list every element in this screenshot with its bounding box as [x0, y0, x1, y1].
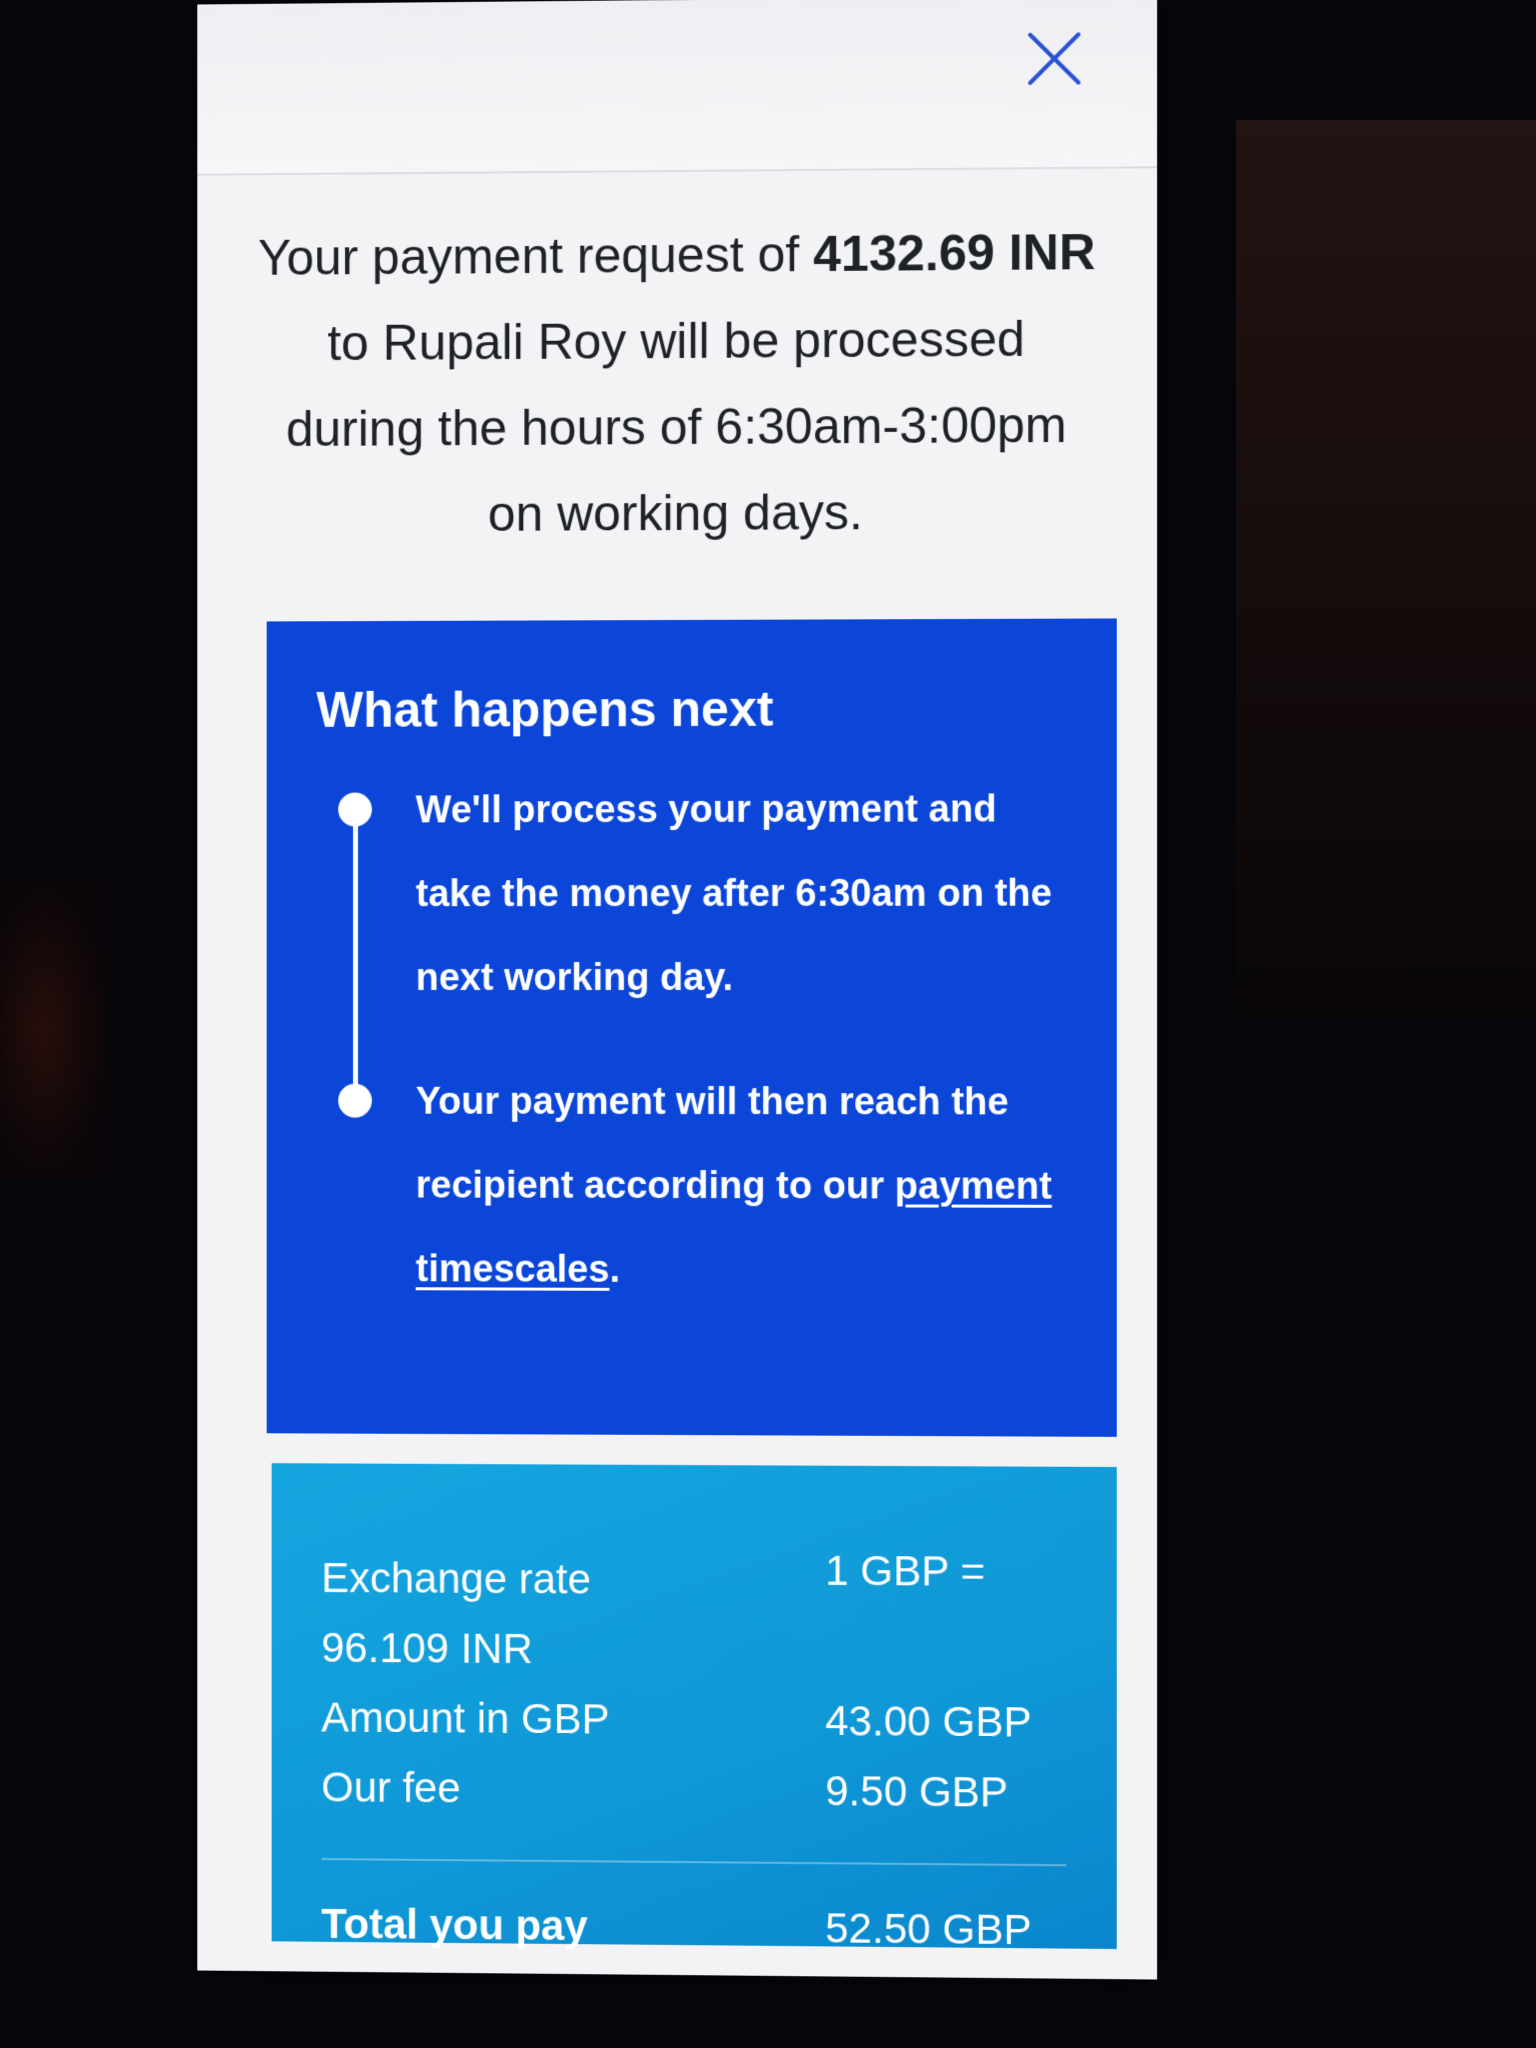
total-value: 52.50 GBP	[825, 1904, 1032, 1954]
fee-row: Our fee 9.50 GBP	[321, 1752, 1066, 1828]
summary-divider	[321, 1858, 1067, 1867]
next-title: What happens next	[316, 680, 774, 738]
fee-value: 9.50 GBP	[825, 1767, 1009, 1816]
close-icon	[1022, 26, 1086, 91]
steps-timeline: We'll process your payment and take the …	[316, 767, 1066, 1313]
close-button[interactable]	[1022, 26, 1086, 91]
background-glow-right	[1236, 120, 1536, 1020]
payment-summary-card: Exchange rate 1 GBP = 96.109 INR Amount …	[271, 1463, 1117, 1953]
step-reach: Your payment will then reach the recipie…	[338, 1060, 1067, 1313]
background-glow-left	[0, 880, 110, 1180]
payment-amount: 4132.69	[813, 224, 995, 283]
amount-label: Amount in GBP	[321, 1693, 610, 1743]
step-reach-after: .	[609, 1248, 620, 1291]
phone-screen: Your payment request of 4132.69 INR to R…	[197, 0, 1158, 1980]
payment-currency: INR	[1008, 223, 1096, 281]
message-suffix: to Rupali Roy will be processed during t…	[286, 310, 1067, 542]
timeline-dot	[338, 792, 372, 827]
total-label: Total you pay	[321, 1899, 588, 1950]
what-happens-next-card: What happens next We'll process your pay…	[266, 618, 1117, 1437]
fee-label: Our fee	[321, 1763, 461, 1812]
total-row: Total you pay 52.50 GBP	[321, 1900, 1066, 1955]
modal-header	[197, 0, 1158, 176]
exchange-rate-value: 96.109 INR	[321, 1623, 533, 1673]
timeline-line	[353, 806, 359, 1088]
amount-value: 43.00 GBP	[825, 1697, 1032, 1746]
amount-row: Amount in GBP 43.00 GBP	[321, 1683, 1066, 1758]
step-process: We'll process your payment and take the …	[338, 767, 1067, 1020]
step-process-text: We'll process your payment and take the …	[415, 788, 1052, 1000]
timeline-dot	[338, 1083, 372, 1118]
exchange-rate-row: Exchange rate 1 GBP = 96.109 INR	[321, 1543, 1066, 1687]
payment-request-message: Your payment request of 4132.69 INR to R…	[197, 168, 1157, 558]
exchange-rate-eq: 1 GBP =	[825, 1546, 986, 1595]
message-prefix: Your payment request of	[257, 225, 814, 286]
